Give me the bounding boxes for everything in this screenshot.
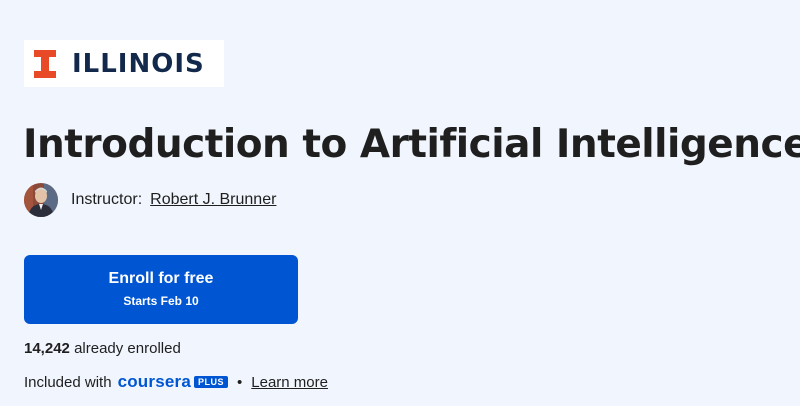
block-i-logo-icon bbox=[34, 49, 56, 78]
instructor-row: Instructor: Robert J. Brunner bbox=[24, 183, 276, 217]
coursera-logo-text: coursera bbox=[117, 372, 191, 391]
instructor-label: Instructor: bbox=[71, 191, 143, 208]
logo-text: ILLINOIS bbox=[72, 48, 205, 79]
university-logo[interactable]: ILLINOIS bbox=[24, 40, 224, 87]
learn-more-link[interactable]: Learn more bbox=[251, 374, 328, 391]
enroll-button-label: Enroll for free bbox=[108, 270, 214, 287]
enroll-start-date: Starts Feb 10 bbox=[123, 294, 199, 308]
instructor-avatar bbox=[24, 183, 58, 217]
enroll-button[interactable]: Enroll for free Starts Feb 10 bbox=[24, 255, 298, 324]
separator-dot: • bbox=[237, 373, 243, 391]
enrollment-number: 14,242 bbox=[24, 340, 70, 357]
instructor-name-link[interactable]: Robert J. Brunner bbox=[150, 191, 276, 209]
enrollment-count: 14,242 already enrolled bbox=[24, 340, 181, 357]
included-prefix: Included with bbox=[24, 373, 112, 391]
enrollment-suffix: already enrolled bbox=[74, 340, 181, 357]
plus-badge: PLUS bbox=[193, 376, 228, 388]
included-with-row: Included with coursera PLUS • Learn more bbox=[24, 372, 328, 392]
course-title: Introduction to Artificial Intelligence bbox=[23, 122, 800, 167]
